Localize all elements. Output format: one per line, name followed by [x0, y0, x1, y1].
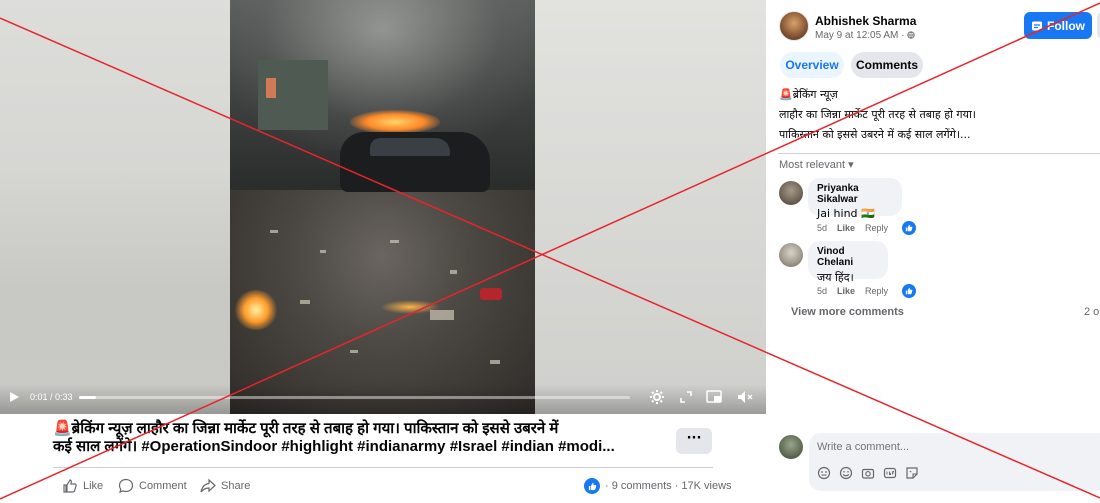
emoji-icon[interactable] — [839, 466, 853, 480]
volume-muted-icon[interactable] — [737, 390, 753, 404]
picture-in-picture-icon[interactable] — [706, 390, 722, 404]
video-blur-background-right — [535, 0, 766, 414]
comments-views-count: · 9 comments · 17K views — [605, 480, 732, 492]
comment-age[interactable]: 5d — [817, 286, 827, 296]
tab-overview[interactable]: Overview — [780, 52, 844, 78]
post-text-line-3[interactable]: पाकिस्तान को इससे उबरने में कई साल लगेंग… — [779, 125, 1099, 145]
comments-count-partial: 2 o — [1084, 306, 1100, 318]
comment-button[interactable]: Comment — [118, 478, 187, 494]
comment-like-button[interactable]: Like — [837, 223, 855, 233]
comment-bubble: Priyanka Sikalwar Jai hind 🇮🇳 — [808, 178, 902, 220]
view-more-comments-link[interactable]: View more comments — [791, 306, 904, 318]
follow-button[interactable]: Follow — [1024, 12, 1092, 39]
divider — [778, 153, 1100, 154]
globe-icon — [907, 31, 915, 39]
post-caption: 🚨ब्रेकिंग न्यूज़ लाहौर का जिन्ना मार्केट… — [53, 420, 653, 456]
camera-icon[interactable] — [861, 466, 875, 480]
comment-text: Jai hind 🇮🇳 — [817, 207, 875, 220]
post-text-line-2: लाहौर का जिन्ना मार्केट पूरी तरह से तबाह… — [779, 108, 976, 121]
like-reaction-icon — [584, 478, 600, 494]
comment-bubble: Vinod Chelani जय हिंद। — [808, 241, 888, 284]
video-frame — [230, 0, 535, 414]
post-text: 🚨ब्रेकिंग न्यूज़ लाहौर का जिन्ना मार्केट… — [779, 85, 1099, 145]
post-date[interactable]: May 9 at 12:05 AM · — [815, 30, 915, 41]
comment-meta: 5d Like Reply — [817, 284, 917, 298]
debris — [450, 270, 457, 274]
debris — [320, 250, 326, 253]
comment-like-button[interactable]: Like — [837, 286, 855, 296]
commenter-avatar[interactable] — [779, 243, 803, 267]
caption-line-2[interactable]: कई साल लगेंगे। #OperationSindoor #highli… — [53, 438, 653, 456]
commenter-name[interactable]: Vinod Chelani — [817, 246, 879, 268]
thumbs-up-icon — [63, 479, 77, 493]
commenter-avatar[interactable] — [779, 181, 803, 205]
like-reaction-icon[interactable] — [902, 221, 917, 235]
comment-text: जय हिंद। — [817, 271, 854, 284]
comment-sort-dropdown[interactable]: Most relevant ▾ — [779, 158, 854, 171]
comment-meta: 5d Like Reply — [817, 221, 917, 235]
follow-label: Follow — [1047, 18, 1085, 33]
sticker-icon[interactable] — [905, 466, 919, 480]
debris — [390, 240, 399, 243]
facebook-video-post: 0:01 / 0:33 🚨ब्रेकिंग न्यूज़ लाहौर का जि… — [0, 0, 1100, 503]
tab-comments[interactable]: Comments — [851, 52, 923, 78]
fire-flames — [350, 110, 440, 134]
author-name[interactable]: Abhishek Sharma — [815, 14, 916, 28]
avatar-sticker-icon[interactable] — [817, 466, 831, 480]
comment-bubble-icon — [118, 478, 134, 493]
follow-icon — [1032, 21, 1042, 30]
like-button[interactable]: Like — [62, 478, 103, 494]
share-button[interactable]: Share — [200, 478, 250, 494]
fire-flames-left — [234, 290, 278, 330]
post-stats[interactable]: · 9 comments · 17K views — [584, 478, 732, 494]
video-progress-bar[interactable] — [79, 396, 630, 399]
debris — [270, 230, 278, 233]
video-blur-background-left — [0, 0, 230, 414]
author-avatar[interactable] — [779, 11, 809, 41]
debris — [490, 360, 500, 364]
divider — [53, 467, 713, 468]
debris — [350, 350, 358, 353]
gif-icon[interactable] — [883, 466, 897, 480]
debris — [430, 310, 454, 320]
fire-glow — [380, 300, 440, 314]
comment-reply-button[interactable]: Reply — [865, 286, 888, 296]
storefront-sign — [266, 78, 276, 98]
like-label: Like — [83, 480, 104, 492]
more-options-button[interactable]: ··· — [676, 428, 712, 454]
current-user-avatar[interactable] — [779, 435, 803, 459]
video-time: 0:01 / 0:33 — [30, 392, 73, 402]
like-reaction-icon[interactable] — [902, 284, 917, 298]
comment-input[interactable] — [817, 441, 1067, 453]
video-progress-fill — [79, 396, 96, 399]
comment-reply-button[interactable]: Reply — [865, 223, 888, 233]
share-label: Share — [221, 480, 251, 492]
share-arrow-icon — [200, 478, 216, 493]
fullscreen-icon[interactable] — [680, 391, 692, 403]
red-debris — [480, 288, 502, 300]
post-text-line-1: 🚨ब्रेकिंग न्यूज़ — [779, 88, 838, 101]
caption-line-1: 🚨ब्रेकिंग न्यूज़ लाहौर का जिन्ना मार्केट… — [53, 420, 559, 437]
comment-label: Comment — [139, 480, 187, 492]
composer-tools — [817, 466, 919, 480]
car-window — [370, 138, 450, 156]
post-date-text: May 9 at 12:05 AM · — [815, 30, 908, 41]
settings-gear-icon[interactable] — [649, 389, 665, 405]
video-player[interactable]: 0:01 / 0:33 — [0, 0, 766, 414]
commenter-name[interactable]: Priyanka Sikalwar — [817, 183, 893, 205]
play-icon[interactable] — [9, 391, 20, 403]
debris — [300, 300, 310, 304]
comment-age[interactable]: 5d — [817, 223, 827, 233]
